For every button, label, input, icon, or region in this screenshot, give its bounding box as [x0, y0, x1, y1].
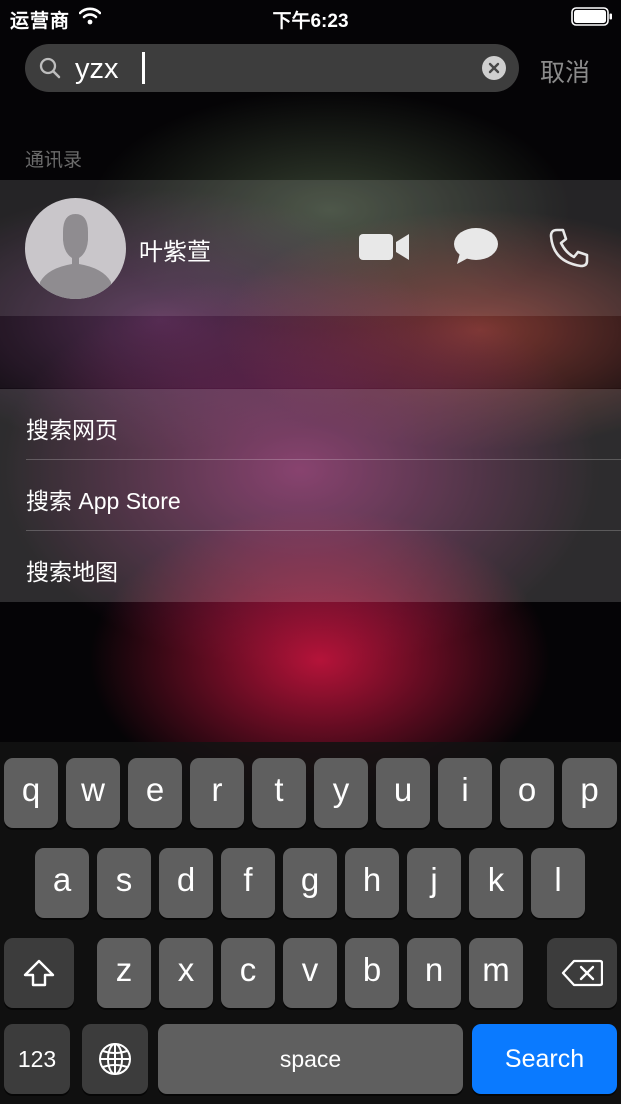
key-a[interactable]: a — [35, 848, 89, 918]
contacts-section-title: 通讯录 — [25, 150, 83, 171]
key-l[interactable]: l — [531, 848, 585, 918]
suggestion-label: 搜索地图 — [26, 559, 118, 585]
key-f[interactable]: f — [221, 848, 275, 918]
section-separator — [0, 316, 621, 388]
clear-search-icon[interactable] — [482, 56, 506, 80]
key-w[interactable]: w — [66, 758, 120, 828]
key-d[interactable]: d — [159, 848, 213, 918]
backspace-icon — [561, 959, 603, 987]
key-q[interactable]: q — [4, 758, 58, 828]
suggestion-label: 搜索 App Store — [26, 488, 181, 514]
person-silhouette-icon — [40, 214, 111, 299]
video-call-icon[interactable] — [358, 231, 410, 263]
search-icon — [39, 57, 61, 79]
key-n[interactable]: n — [407, 938, 461, 1008]
shift-icon — [23, 959, 55, 987]
avatar — [25, 198, 126, 299]
status-bar: 运营商 下午6:23 — [0, 0, 621, 34]
key-s[interactable]: s — [97, 848, 151, 918]
delete-key[interactable] — [547, 938, 617, 1008]
globe-key[interactable] — [82, 1024, 148, 1094]
cancel-button[interactable]: 取消 — [540, 53, 590, 89]
key-t[interactable]: t — [252, 758, 306, 828]
key-e[interactable]: e — [128, 758, 182, 828]
suggestion-search-maps[interactable]: 搜索地图 — [0, 531, 621, 602]
search-suggestions: 搜索网页 搜索 App Store 搜索地图 — [0, 389, 621, 602]
phone-call-icon[interactable] — [549, 228, 589, 268]
key-o[interactable]: o — [500, 758, 554, 828]
shift-key[interactable] — [4, 938, 74, 1008]
key-u[interactable]: u — [376, 758, 430, 828]
key-y[interactable]: y — [314, 758, 368, 828]
key-c[interactable]: c — [221, 938, 275, 1008]
contact-row[interactable]: 叶紫萱 — [0, 180, 621, 316]
search-field[interactable]: yzx — [25, 44, 519, 92]
key-r[interactable]: r — [190, 758, 244, 828]
suggestion-search-app-store[interactable]: 搜索 App Store — [0, 460, 621, 531]
space-key[interactable]: space — [158, 1024, 463, 1094]
search-input[interactable]: yzx — [75, 53, 119, 86]
search-key[interactable]: Search — [472, 1024, 617, 1094]
message-icon[interactable] — [453, 226, 499, 266]
key-k[interactable]: k — [469, 848, 523, 918]
clock: 下午6:23 — [272, 11, 349, 32]
battery-icon — [571, 7, 612, 26]
contact-name: 叶紫萱 — [139, 239, 211, 266]
suggestion-search-web[interactable]: 搜索网页 — [0, 389, 621, 460]
key-m[interactable]: m — [469, 938, 523, 1008]
text-caret — [142, 52, 145, 84]
key-j[interactable]: j — [407, 848, 461, 918]
key-p[interactable]: p — [562, 758, 617, 828]
key-b[interactable]: b — [345, 938, 399, 1008]
key-h[interactable]: h — [345, 848, 399, 918]
key-x[interactable]: x — [159, 938, 213, 1008]
suggestion-label: 搜索网页 — [26, 417, 118, 443]
numbers-key[interactable]: 123 — [4, 1024, 70, 1094]
globe-icon — [99, 1043, 131, 1075]
keyboard: q w e r t y u i o p a s d f g h j k l z … — [0, 742, 621, 1104]
key-i[interactable]: i — [438, 758, 492, 828]
key-v[interactable]: v — [283, 938, 337, 1008]
key-z[interactable]: z — [97, 938, 151, 1008]
key-g[interactable]: g — [283, 848, 337, 918]
